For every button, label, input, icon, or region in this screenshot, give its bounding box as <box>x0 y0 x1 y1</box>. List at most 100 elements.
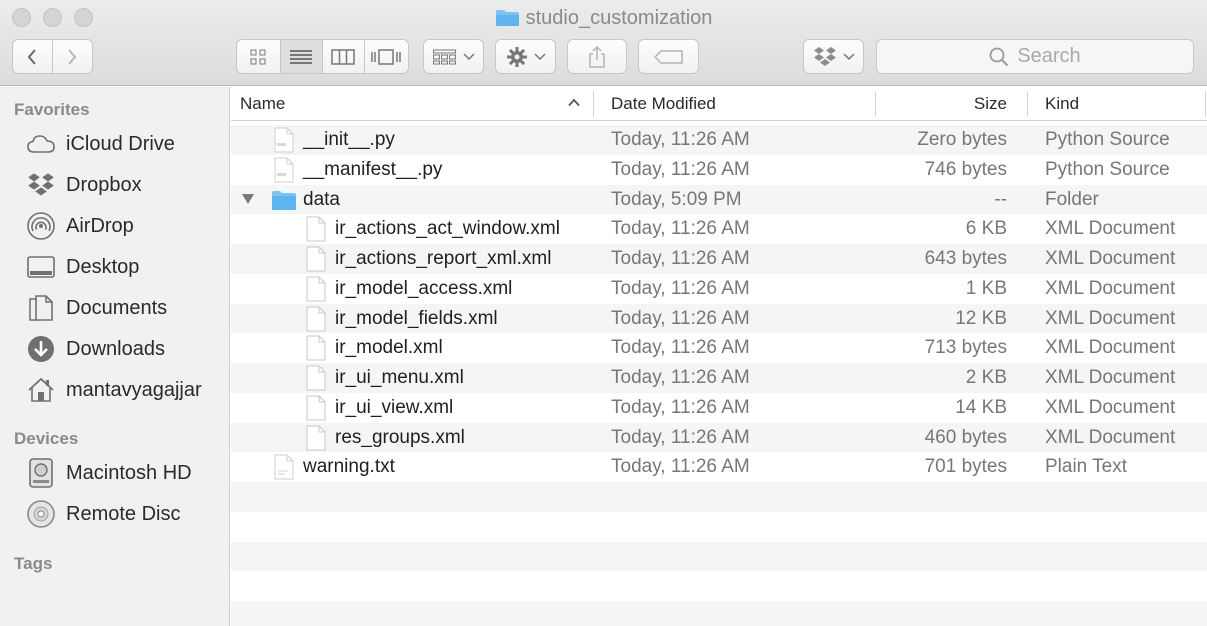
disclosure-triangle-icon[interactable] <box>241 193 255 205</box>
back-button[interactable] <box>13 40 53 73</box>
downloads-icon <box>26 334 56 364</box>
file-date: Today, 5:09 PM <box>611 188 742 210</box>
file-row[interactable]: res_groups.xml Today, 11:26 AM 460 bytes… <box>231 422 1207 453</box>
file-row[interactable]: warning.txt Today, 11:26 AM 701 bytes Pl… <box>231 452 1207 482</box>
file-size: 6 KB <box>965 218 1007 240</box>
sidebar: Favorites iCloud Drive Dropbox AirDrop D… <box>0 87 230 626</box>
xml-file-icon <box>306 335 326 361</box>
xml-file-icon <box>306 246 326 272</box>
file-kind: XML Document <box>1045 218 1176 240</box>
sidebar-item-downloads[interactable]: Downloads <box>26 331 226 367</box>
nav-buttons <box>12 39 93 74</box>
file-size: Zero bytes <box>917 129 1007 150</box>
sidebar-item-home[interactable]: mantavyagajjar <box>26 372 226 408</box>
file-size: 460 bytes <box>924 426 1007 448</box>
file-row[interactable]: ir_model_fields.xml Today, 11:26 AM 12 K… <box>231 303 1207 334</box>
column-divider[interactable] <box>593 91 594 117</box>
folder-icon <box>272 190 296 210</box>
column-header-size[interactable]: Size <box>974 87 1007 121</box>
chevron-down-icon <box>533 52 546 60</box>
column-divider[interactable] <box>875 91 876 117</box>
file-kind: XML Document <box>1045 396 1176 418</box>
empty-row <box>231 482 1207 512</box>
file-kind: Python Source <box>1045 158 1170 180</box>
file-name: data <box>303 188 340 210</box>
list-icon <box>290 49 313 64</box>
chevron-left-icon <box>27 48 37 65</box>
gallery-view-button[interactable] <box>365 40 408 73</box>
file-kind: XML Document <box>1045 337 1176 359</box>
sidebar-item-icloud-drive[interactable]: iCloud Drive <box>26 126 226 162</box>
file-kind: XML Document <box>1045 367 1176 388</box>
sidebar-item-documents[interactable]: Documents <box>26 290 226 326</box>
file-kind: XML Document <box>1045 426 1176 448</box>
empty-row <box>231 601 1207 626</box>
window-toolbar: studio_customization Search <box>0 0 1207 86</box>
forward-button[interactable] <box>53 40 93 73</box>
folder-row[interactable]: data Today, 5:09 PM -- Folder <box>231 184 1207 215</box>
file-kind: XML Document <box>1045 277 1176 299</box>
column-divider[interactable] <box>1205 91 1206 117</box>
devices-heading: Devices <box>14 429 79 448</box>
arrange-grid-icon <box>432 49 456 64</box>
desktop-icon <box>26 252 56 282</box>
search-field[interactable]: Search <box>876 39 1194 74</box>
disc-icon <box>26 499 56 529</box>
sidebar-item-label: Macintosh HD <box>66 461 192 484</box>
file-row[interactable]: __init__.py Today, 11:26 AM Zero bytes P… <box>231 125 1207 155</box>
coverflow-icon <box>371 48 401 65</box>
file-date: Today, 11:26 AM <box>611 248 750 269</box>
file-date: Today, 11:26 AM <box>611 426 750 448</box>
list-view-button[interactable] <box>280 40 323 73</box>
sidebar-item-airdrop[interactable]: AirDrop <box>26 208 226 244</box>
sidebar-item-dropbox[interactable]: Dropbox <box>26 167 226 203</box>
file-row[interactable]: ir_actions_report_xml.xml Today, 11:26 A… <box>231 244 1207 274</box>
share-button[interactable] <box>567 39 627 74</box>
file-date: Today, 11:26 AM <box>611 307 750 329</box>
file-size: 14 KB <box>955 396 1007 418</box>
file-name: ir_model_access.xml <box>335 277 513 299</box>
grid-icon <box>250 49 266 64</box>
sidebar-item-desktop[interactable]: Desktop <box>26 249 226 285</box>
dropbox-toolbar-button[interactable] <box>803 39 864 74</box>
window-title-text: studio_customization <box>525 7 713 29</box>
arrange-button[interactable] <box>423 39 484 74</box>
file-row[interactable]: __manifest__.py Today, 11:26 AM 746 byte… <box>231 155 1207 185</box>
column-header-name[interactable]: Name <box>240 87 285 121</box>
file-size: 643 bytes <box>924 248 1007 269</box>
icon-view-button[interactable] <box>237 40 281 73</box>
column-header-kind[interactable]: Kind <box>1045 87 1079 121</box>
sidebar-item-macintosh-hd[interactable]: Macintosh HD <box>26 455 226 491</box>
file-kind: Plain Text <box>1045 456 1128 478</box>
gear-icon <box>506 46 527 67</box>
tag-icon <box>653 49 683 64</box>
file-size: 12 KB <box>955 307 1007 329</box>
column-header-date-modified[interactable]: Date Modified <box>611 87 716 121</box>
sidebar-item-remote-disc[interactable]: Remote Disc <box>26 496 226 532</box>
documents-icon <box>26 293 56 323</box>
xml-file-icon <box>306 395 326 421</box>
chevron-down-icon <box>462 52 475 60</box>
file-date: Today, 11:26 AM <box>611 158 750 180</box>
file-row[interactable]: ir_actions_act_window.xml Today, 11:26 A… <box>231 214 1207 244</box>
column-header: Name Date Modified Size Kind <box>231 87 1207 121</box>
file-row[interactable]: ir_model_access.xml Today, 11:26 AM 1 KB… <box>231 274 1207 304</box>
file-name: ir_ui_menu.xml <box>335 367 464 388</box>
file-name: ir_model_fields.xml <box>335 307 498 329</box>
column-divider[interactable] <box>1027 91 1028 117</box>
tags-button[interactable] <box>638 39 699 74</box>
empty-row <box>231 512 1207 542</box>
file-row[interactable]: ir_model.xml Today, 11:26 AM 713 bytes X… <box>231 333 1207 363</box>
xml-file-icon <box>306 306 326 331</box>
sidebar-item-label: Remote Disc <box>66 502 181 525</box>
file-size: -- <box>994 188 1007 210</box>
action-menu-button[interactable] <box>495 39 556 74</box>
sort-ascending-icon <box>568 98 580 107</box>
column-view-button[interactable] <box>323 40 365 73</box>
airdrop-icon <box>26 211 56 241</box>
xml-file-icon <box>306 276 326 302</box>
file-row[interactable]: ir_ui_view.xml Today, 11:26 AM 14 KB XML… <box>231 393 1207 423</box>
tags-heading: Tags <box>14 554 53 573</box>
file-row[interactable]: ir_ui_menu.xml Today, 11:26 AM 2 KB XML … <box>231 363 1207 393</box>
file-name: ir_ui_view.xml <box>335 396 454 418</box>
